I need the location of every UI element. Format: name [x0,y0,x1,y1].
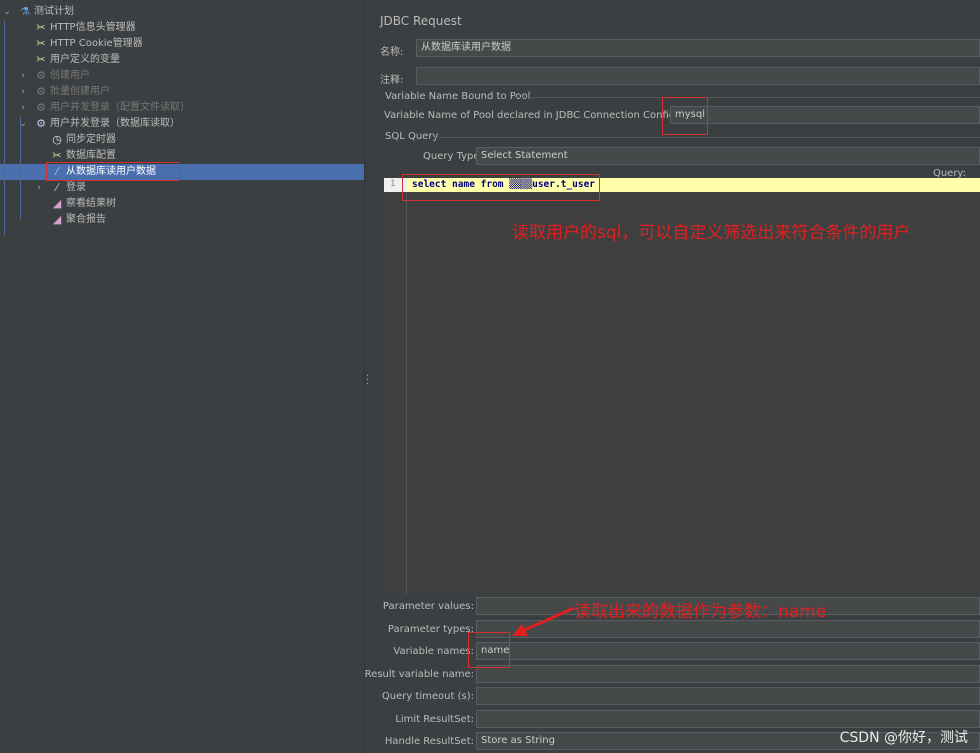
tree-item-label: 测试计划 [34,6,74,17]
splitter-grip-icon[interactable]: · · · [366,372,369,390]
pool-section-title: Variable Name Bound to Pool [385,91,531,102]
tree-item-label: 聚合报告 [66,214,106,225]
test-plan-icon: ⚗ [20,5,30,18]
thread-group-icon: ⚙ [36,117,46,130]
tree-item[interactable]: ⌄ ⚙ 用户并发登录（数据库读取） [0,116,364,132]
param-label: Handle ResultSet: [384,736,474,747]
param-label: Parameter values: [382,601,474,612]
tree-item[interactable]: ◷ 同步定时器 [0,132,364,148]
query-type-label: Query Type: [423,151,483,162]
sampler-icon: ⁄ [56,181,58,194]
tree-guide-line [4,20,5,236]
query-type-select[interactable]: Select Statement [476,147,980,165]
config-element-icon: ✂ [52,149,62,162]
tree-guide-line [20,116,21,220]
config-element-icon: ✂ [36,37,46,50]
param-label: Variable names: [393,646,474,657]
thread-group-icon: ⚙ [36,69,46,82]
name-label: 名称: [380,47,404,58]
chevron-right-icon[interactable]: › [18,68,28,84]
param-input[interactable]: name [476,642,980,660]
sql-section-title: SQL Query [385,131,439,142]
divider [434,137,980,138]
highlight-box [402,174,600,201]
divider [514,97,980,98]
test-plan-tree[interactable]: ⌄ ⚗ 测试计划 ✂ HTTP信息头管理器 ✂ HTTP Cookie管理器 ✂ 用户定义的变量… [0,0,364,753]
sql-annotation: 读取用户的sql，可以自定义筛选出来符合条件的用户 [512,223,911,243]
tree-item[interactable]: ⌄ ⚗ 测试计划 [0,4,364,20]
highlight-box [468,632,510,668]
tree-item[interactable]: ◢ 察看结果树 [0,196,364,212]
line-number: 1 [390,179,396,189]
tree-item[interactable]: ✂ HTTP信息头管理器 [0,20,364,36]
watermark: CSDN @你好，测试 [839,730,968,746]
panel-title: JDBC Request [380,14,462,28]
tree-item-label: 同步定时器 [66,134,116,145]
param-label: Parameter types: [387,623,474,635]
tree-item-label: HTTP信息头管理器 [50,22,136,33]
tree-item-label: 登录 [66,182,86,193]
listener-icon: ◢ [52,213,62,226]
tree-item-label: HTTP Cookie管理器 [50,38,143,49]
name-input[interactable]: 从数据库读用户数据 [416,39,980,57]
param-input[interactable] [476,687,980,705]
highlight-box [46,162,180,181]
chevron-right-icon[interactable]: › [18,84,28,100]
chevron-right-icon[interactable]: › [18,100,28,116]
jdbc-request-panel: JDBC Request 名称: 从数据库读用户数据 注释: Variable … [365,0,980,753]
param-input[interactable] [476,709,980,728]
tree-item[interactable]: ✂ HTTP Cookie管理器 [0,36,364,52]
config-element-icon: ✂ [36,21,46,34]
timer-icon: ◷ [52,133,62,146]
comment-input[interactable] [416,67,980,85]
highlight-box [662,97,708,135]
tree-item[interactable]: › ⁄ 登录 [0,180,364,196]
param-input[interactable] [476,664,980,683]
tree-item-label: 用户定义的变量 [50,54,120,65]
arrow-icon [512,606,575,636]
editor-gutter-lower [384,192,407,594]
tree-item[interactable]: › ⚙ 创建用户 [0,68,364,84]
tree-item-label: 察看结果树 [66,198,116,209]
comment-label: 注释: [380,75,404,86]
config-element-icon: ✂ [36,53,46,66]
thread-group-icon: ⚙ [36,101,46,114]
param-label: Limit ResultSet: [395,713,474,725]
chevron-right-icon[interactable]: › [34,180,44,196]
pool-input[interactable]: mysql [670,106,980,124]
tree-item[interactable]: ✂ 用户定义的变量 [0,52,364,68]
param-label: Result variable name: [364,668,474,680]
tree-item-label: 创建用户 [50,70,90,81]
chevron-down-icon[interactable]: ⌄ [2,4,12,20]
param-annotation: 读取出来的数据作为参数：name [574,602,827,622]
param-label: Query timeout (s): [381,691,474,702]
tree-item[interactable]: › ⚙ 用户并发登录（配置文件读取） [0,100,364,116]
tree-item-label: 批量创建用户 [50,86,110,97]
tree-item[interactable]: ◢ 聚合报告 [0,212,364,228]
tree-item-label: 用户并发登录（配置文件读取） [50,102,190,113]
tree-item-label: 用户并发登录（数据库读取） [50,118,180,129]
tree-item[interactable]: ⁄ 从数据库读用户数据 [0,162,364,181]
tree-item[interactable]: › ⚙ 批量创建用户 [0,84,364,100]
listener-icon: ◢ [52,197,62,210]
thread-group-icon: ⚙ [36,85,46,98]
